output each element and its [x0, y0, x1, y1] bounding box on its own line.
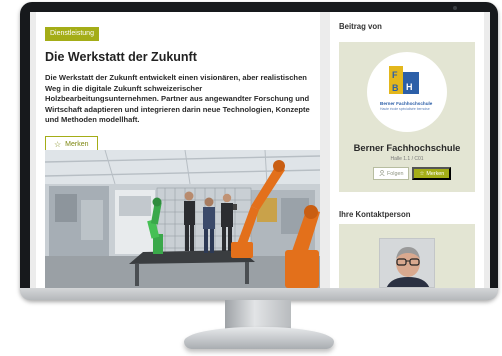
contact-avatar[interactable] — [379, 238, 435, 288]
article-title: Die Werkstatt der Zukunft — [45, 50, 197, 64]
monitor-stand-foot — [184, 327, 334, 349]
star-icon: ☆ — [54, 139, 62, 149]
logo-subtitle: Haute école spécialisée bernoise — [380, 107, 430, 111]
organization-card[interactable]: F H B Berner Fachhochschule Haute école … — [339, 42, 475, 192]
organization-actions: Folgen ☆ Merken — [373, 167, 452, 180]
logo-name: Berner Fachhochschule — [380, 101, 433, 106]
article-card: Dienstleistung Die Werkstatt der Zukunft… — [36, 12, 320, 288]
organization-bookmark-label: Merken — [426, 170, 445, 177]
svg-text:H: H — [406, 82, 413, 92]
organization-name[interactable]: Berner Fachhochschule — [339, 142, 475, 153]
monitor-stand-neck — [225, 300, 291, 330]
webcam — [453, 6, 457, 10]
contribution-heading: Beitrag von — [339, 22, 382, 31]
screen: Dienstleistung Die Werkstatt der Zukunft… — [30, 12, 490, 288]
star-icon: ☆ — [419, 170, 425, 177]
contact-heading: Ihre Kontaktperson — [339, 210, 411, 219]
bookmark-label: Merken — [65, 141, 89, 149]
article-photo — [45, 150, 320, 288]
follow-button[interactable]: Folgen — [373, 167, 410, 180]
contact-card[interactable] — [339, 224, 475, 288]
follow-label: Folgen — [387, 170, 404, 177]
person-icon — [379, 169, 385, 178]
category-tag[interactable]: Dienstleistung — [45, 27, 99, 41]
svg-text:F: F — [392, 70, 398, 80]
bfh-logo-mark: F H B — [389, 66, 419, 94]
contact-photo — [380, 239, 434, 287]
organization-logo[interactable]: F H B Berner Fachhochschule Haute école … — [367, 52, 447, 132]
article-lead: Die Werkstatt der Zukunft entwickelt ein… — [45, 73, 310, 125]
svg-text:B: B — [392, 83, 399, 93]
organization-location: Halle 1.1 / C01 — [390, 156, 424, 162]
organization-bookmark-button[interactable]: ☆ Merken — [412, 167, 452, 180]
monitor-chin — [20, 288, 498, 300]
sidebar: Beitrag von F H B Berner Fachhochschule … — [330, 12, 484, 288]
